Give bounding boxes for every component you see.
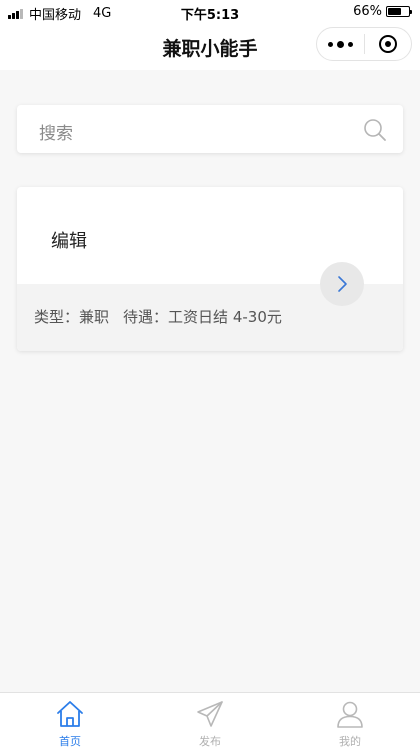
more-dots-icon bbox=[326, 40, 355, 48]
job-pay-value: 工资日结 4-30元 bbox=[168, 308, 282, 326]
job-title: 编辑 bbox=[51, 231, 87, 252]
tab-bar: 首页 发布 我的 bbox=[0, 692, 420, 747]
chevron-right-icon bbox=[338, 276, 347, 292]
home-icon bbox=[57, 701, 83, 727]
job-type-label: 类型： bbox=[34, 308, 80, 326]
search-input[interactable]: 搜索 bbox=[17, 105, 403, 153]
job-type-value: 兼职 bbox=[79, 308, 110, 326]
tab-publish-label: 发布 bbox=[199, 735, 221, 747]
paper-plane-icon bbox=[197, 701, 223, 727]
job-meta: 类型：兼职 待遇：工资日结 4-30元 bbox=[34, 306, 282, 327]
user-icon bbox=[337, 701, 363, 728]
status-right: 66% bbox=[353, 4, 412, 19]
close-button[interactable] bbox=[365, 27, 411, 61]
tab-home-label: 首页 bbox=[59, 735, 81, 747]
tab-home[interactable]: 首页 bbox=[0, 693, 140, 747]
more-button[interactable] bbox=[317, 27, 364, 61]
nav-bar: 兼职小能手 bbox=[0, 22, 420, 70]
tab-publish[interactable]: 发布 bbox=[140, 693, 280, 747]
target-icon bbox=[378, 35, 397, 53]
job-card[interactable]: 编辑 类型：兼职 待遇：工资日结 4-30元 bbox=[17, 187, 403, 351]
job-detail-button[interactable] bbox=[320, 262, 364, 306]
job-pay-label: 待遇： bbox=[123, 308, 169, 326]
tab-mine[interactable]: 我的 bbox=[280, 693, 420, 747]
search-icon bbox=[364, 119, 386, 141]
mini-program-capsule bbox=[316, 27, 412, 61]
search-placeholder: 搜索 bbox=[39, 124, 73, 144]
battery-percent: 66% bbox=[353, 4, 382, 19]
status-bar: 中国移动 4G 下午5:13 66% bbox=[0, 0, 420, 23]
battery-icon bbox=[386, 6, 412, 17]
tab-mine-label: 我的 bbox=[339, 735, 361, 747]
